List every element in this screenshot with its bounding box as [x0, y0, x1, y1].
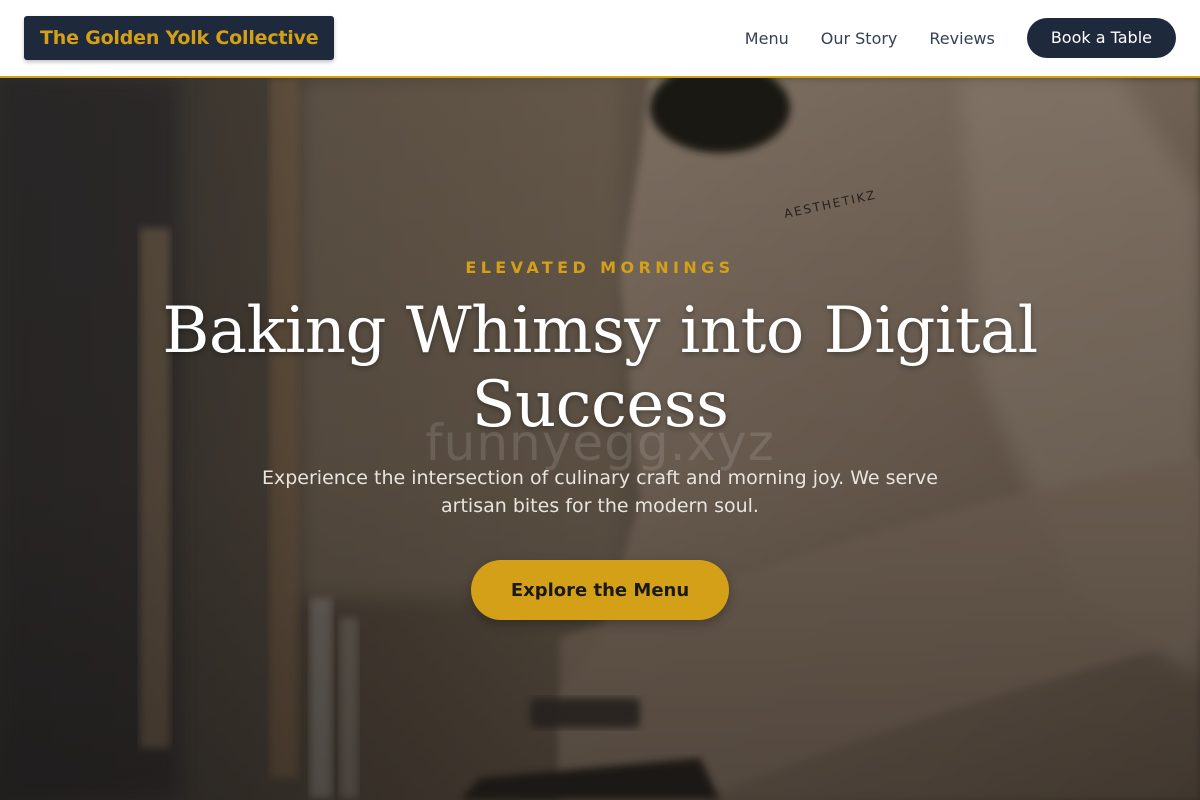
nav-link-menu[interactable]: Menu — [745, 29, 789, 48]
hero-section: AESTHETIKZ funnyegg.xyz ELEVATED MORNING… — [0, 78, 1200, 800]
hero-title: Baking Whimsy into Digital Success — [162, 294, 1038, 442]
hero-eyebrow: ELEVATED MORNINGS — [465, 258, 735, 277]
explore-menu-button[interactable]: Explore the Menu — [471, 560, 729, 620]
nav-link-our-story[interactable]: Our Story — [821, 29, 898, 48]
nav-link-reviews[interactable]: Reviews — [929, 29, 994, 48]
book-table-button[interactable]: Book a Table — [1026, 18, 1176, 58]
hero-subtitle: Experience the intersection of culinary … — [262, 467, 938, 517]
brand-logo[interactable]: The Golden Yolk Collective — [24, 16, 335, 60]
site-header: The Golden Yolk Collective Menu Our Stor… — [0, 0, 1200, 78]
main-nav: Menu Our Story Reviews Book a Table — [745, 18, 1176, 58]
